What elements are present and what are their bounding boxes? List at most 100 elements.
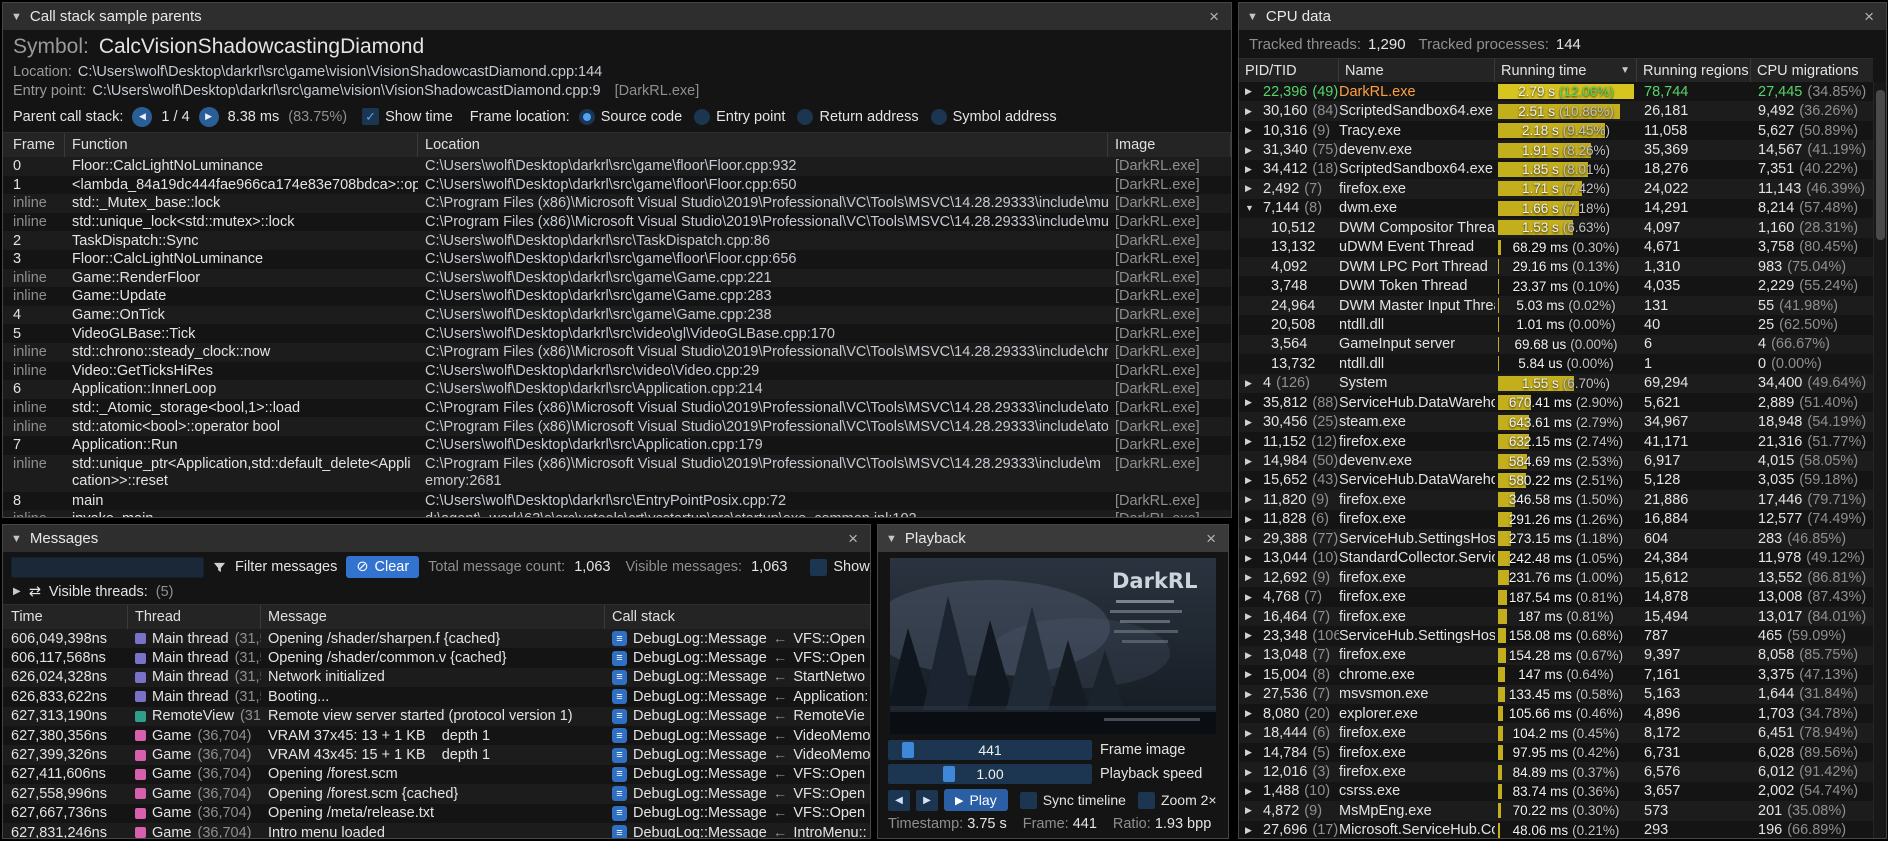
callstack-icon[interactable]: ≡	[612, 689, 627, 704]
tree-collapsed-icon[interactable]: ▶	[1245, 475, 1258, 486]
tree-collapsed-icon[interactable]: ▶	[1245, 164, 1258, 175]
close-icon[interactable]: ×	[844, 529, 862, 549]
tree-collapsed-icon[interactable]: ▶	[1245, 650, 1258, 661]
cpu-row[interactable]: ▶13,048(7)firefox.exe154.28 ms(0.67%)9,3…	[1239, 646, 1873, 665]
cpu-row[interactable]: ▶11,828(6)firefox.exe291.26 ms(1.26%)16,…	[1239, 510, 1873, 529]
callstack-icon[interactable]: ≡	[612, 670, 627, 685]
callstack-row[interactable]: inlineVideo::GetTicksHiResC:\Users\wolf\…	[3, 362, 1231, 381]
tree-collapsed-icon[interactable]: ▶	[1245, 825, 1258, 836]
tree-open-icon[interactable]: ▼	[1245, 203, 1258, 213]
cpu-row[interactable]: 20,508ntdll.dll1.01 ms(0.00%)4025(62.50%…	[1239, 315, 1873, 334]
tree-collapsed-icon[interactable]: ▶	[1245, 592, 1258, 603]
cpu-row[interactable]: ▶12,016(3)firefox.exe84.89 ms(0.37%)6,57…	[1239, 762, 1873, 781]
frame-location-radio-symbol-address[interactable]: Symbol address	[931, 109, 1057, 125]
tree-collapsed-icon[interactable]: ▶	[1245, 786, 1258, 797]
cpu-row[interactable]: 24,964DWM Master Input Thread5.03 ms(0.0…	[1239, 296, 1873, 315]
callstack-icon[interactable]: ≡	[612, 651, 627, 666]
cpu-row[interactable]: 3,748DWM Token Thread23.37 ms(0.10%)4,03…	[1239, 276, 1873, 295]
callstack-row[interactable]: inlineGame::RenderFloorC:\Users\wolf\Des…	[3, 269, 1231, 288]
cpu-row[interactable]: ▼7,144(8)dwm.exe1.66 s(7.18%)14,2918,214…	[1239, 199, 1873, 218]
tree-collapsed-icon[interactable]: ▶	[1245, 689, 1258, 700]
tree-collapsed-icon[interactable]: ▶	[1245, 397, 1258, 408]
callstack-titlebar[interactable]: ▼ Call stack sample parents ×	[3, 3, 1231, 30]
callstack-row[interactable]: 3Floor::CalcLightNoLuminanceC:\Users\wol…	[3, 250, 1231, 269]
cpu-row[interactable]: 4,092DWM LPC Port Thread29.16 ms(0.13%)1…	[1239, 257, 1873, 276]
column-header-message[interactable]: Message	[261, 605, 605, 629]
collapse-arrow-icon[interactable]: ▼	[11, 11, 22, 23]
frame-location-radio-entry-point[interactable]: Entry point	[694, 109, 785, 125]
step-back-button[interactable]: ◀	[888, 790, 910, 811]
cpu-row[interactable]: ▶8,080(20)explorer.exe105.66 ms(0.46%)4,…	[1239, 704, 1873, 723]
show-time-checkbox[interactable]: ✓ Show time	[362, 108, 453, 125]
cpu-row[interactable]: ▶27,696(17)Microsoft.ServiceHub.Controll…	[1239, 821, 1873, 838]
callstack-row[interactable]: 4Game::OnTickC:\Users\wolf\Desktop\darkr…	[3, 306, 1231, 325]
close-icon[interactable]: ×	[1202, 529, 1220, 549]
column-header-image[interactable]: Image	[1108, 133, 1231, 157]
column-header-pid-tid[interactable]: PID/TID	[1239, 59, 1339, 82]
callstack-icon[interactable]: ≡	[612, 728, 627, 743]
tree-collapsed-icon[interactable]: ▶	[13, 586, 21, 597]
message-row[interactable]: 627,313,190nsRemoteView(31,392)Remote vi…	[3, 707, 870, 726]
cpu-row[interactable]: ▶14,984(50)devenv.exe584.69 ms(2.53%)6,9…	[1239, 451, 1873, 470]
column-header-callstack[interactable]: Call stack	[605, 605, 870, 629]
show-frame-checkbox[interactable]: Show frame	[810, 559, 871, 576]
tree-collapsed-icon[interactable]: ▶	[1245, 572, 1258, 583]
column-header-function[interactable]: Function	[65, 133, 418, 157]
cpu-row[interactable]: ▶35,812(88)ServiceHub.DataWarehouseHost.…	[1239, 393, 1873, 412]
message-row[interactable]: 627,667,736nsGame(36,704)Opening /meta/r…	[3, 804, 870, 823]
callstack-row[interactable]: inlinestd::chrono::steady_clock::nowC:\P…	[3, 343, 1231, 362]
callstack-row[interactable]: inlineGame::UpdateC:\Users\wolf\Desktop\…	[3, 287, 1231, 306]
message-row[interactable]: 626,833,622nsMain thread(31,596)Booting.…	[3, 687, 870, 706]
cpu-row[interactable]: 10,512DWM Compositor Thread1.53 s(6.63%)…	[1239, 218, 1873, 237]
tree-collapsed-icon[interactable]: ▶	[1245, 805, 1258, 816]
close-icon[interactable]: ×	[1205, 7, 1223, 27]
callstack-row[interactable]: inlinestd::unique_ptr<Application,std::d…	[3, 455, 1231, 492]
cpu-row[interactable]: ▶27,536(7)msvsmon.exe133.45 ms(0.58%)5,1…	[1239, 685, 1873, 704]
callstack-row[interactable]: 5VideoGLBase::TickC:\Users\wolf\Desktop\…	[3, 324, 1231, 343]
column-header-running-time[interactable]: Running time ▼	[1495, 59, 1637, 82]
frame-location-radio-return-address[interactable]: Return address	[797, 109, 918, 125]
cpu-row[interactable]: ▶29,388(77)ServiceHub.SettingsHost.exe27…	[1239, 529, 1873, 548]
cpu-row[interactable]: 3,564GameInput server69.68 us(0.00%)64(6…	[1239, 335, 1873, 354]
tree-collapsed-icon[interactable]: ▶	[1245, 747, 1258, 758]
visible-threads-row[interactable]: ▶ ⇄ Visible threads: (5)	[3, 582, 870, 604]
message-row[interactable]: 627,411,606nsGame(36,704)Opening /forest…	[3, 765, 870, 784]
tree-collapsed-icon[interactable]: ▶	[1245, 378, 1258, 389]
column-header-thread[interactable]: Thread	[128, 605, 261, 629]
frame-image-slider[interactable]: 441	[888, 740, 1092, 760]
tree-collapsed-icon[interactable]: ▶	[1245, 417, 1258, 428]
collapse-arrow-icon[interactable]: ▼	[886, 533, 897, 545]
tree-collapsed-icon[interactable]: ▶	[1245, 611, 1258, 622]
callstack-row[interactable]: inlinestd::atomic<bool>::operator boolC:…	[3, 417, 1231, 436]
frame-location-radio-source-code[interactable]: Source code	[579, 109, 682, 125]
callstack-icon[interactable]: ≡	[612, 825, 627, 838]
tree-collapsed-icon[interactable]: ▶	[1245, 125, 1258, 136]
tree-collapsed-icon[interactable]: ▶	[1245, 553, 1258, 564]
message-row[interactable]: 627,831,246nsGame(36,704)Intro menu load…	[3, 823, 870, 838]
playback-speed-slider[interactable]: 1.00	[888, 764, 1092, 784]
cpu-row[interactable]: ▶1,488(10)csrss.exe83.74 ms(0.36%)3,6572…	[1239, 782, 1873, 801]
tree-collapsed-icon[interactable]: ▶	[1245, 669, 1258, 680]
close-icon[interactable]: ×	[1860, 7, 1878, 27]
message-row[interactable]: 606,049,398nsMain thread(31,596)Opening …	[3, 629, 870, 648]
cpu-titlebar[interactable]: ▼ CPU data ×	[1239, 3, 1886, 30]
cpu-row[interactable]: 13,132uDWM Event Thread68.29 ms(0.30%)4,…	[1239, 238, 1873, 257]
cpu-row[interactable]: ▶15,652(43)ServiceHub.DataWarehouseHost.…	[1239, 471, 1873, 490]
sync-timeline-checkbox[interactable]: Sync timeline	[1020, 792, 1126, 809]
tree-collapsed-icon[interactable]: ▶	[1245, 145, 1258, 156]
tree-collapsed-icon[interactable]: ▶	[1245, 456, 1258, 467]
cpu-row[interactable]: ▶16,464(7)firefox.exe187 ms(0.81%)15,494…	[1239, 607, 1873, 626]
tree-collapsed-icon[interactable]: ▶	[1245, 86, 1258, 97]
cpu-row[interactable]: ▶2,492(7)firefox.exe1.71 s(7.42%)24,0221…	[1239, 179, 1873, 198]
cpu-row[interactable]: ▶22,396(49)DarkRL.exe2.79 s(12.06%)78,74…	[1239, 82, 1873, 101]
zoom-2x-checkbox[interactable]: Zoom 2×	[1138, 792, 1217, 809]
cpu-row[interactable]: ▶10,316(9)Tracy.exe2.18 s(9.45%)11,0585,…	[1239, 121, 1873, 140]
collapse-arrow-icon[interactable]: ▼	[1247, 11, 1258, 23]
column-header-running-regions[interactable]: Running regions	[1637, 59, 1751, 82]
callstack-row[interactable]: 1<lambda_84a19dc444fae966ca174e83e708bdc…	[3, 176, 1231, 195]
tree-collapsed-icon[interactable]: ▶	[1245, 708, 1258, 719]
callstack-row[interactable]: 6Application::InnerLoopC:\Users\wolf\Des…	[3, 380, 1231, 399]
tree-collapsed-icon[interactable]: ▶	[1245, 728, 1258, 739]
cpu-row[interactable]: ▶18,444(6)firefox.exe104.2 ms(0.45%)8,17…	[1239, 723, 1873, 742]
tree-collapsed-icon[interactable]: ▶	[1245, 630, 1258, 641]
